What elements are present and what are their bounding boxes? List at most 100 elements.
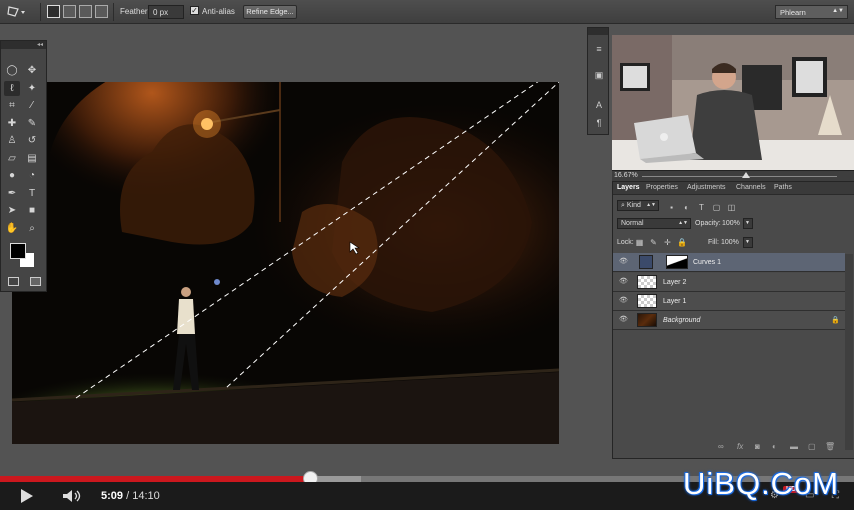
divider — [113, 3, 114, 21]
layer-row-layer-2[interactable]: 👁 Layer 2 — [613, 273, 845, 292]
marquee-icon[interactable]: ◯ — [4, 63, 20, 78]
pixel-filter-icon[interactable]: ▪ — [667, 203, 676, 212]
lasso-icon[interactable]: ℓ — [4, 80, 20, 96]
visibility-eye-icon[interactable]: 👁 — [619, 258, 628, 266]
time-separator: / — [126, 490, 130, 502]
panel-tabs: Layers Properties Adjustments Channels P… — [613, 182, 854, 195]
collapsed-panel-strip: ≡ ▣ A ¶ — [587, 27, 609, 135]
link-layers-icon[interactable]: ∞ — [718, 442, 724, 451]
visibility-eye-icon[interactable]: 👁 — [619, 316, 628, 324]
photoshop-tutorial-video: Feather: 0 px ✓ Anti-alias Refine Edge..… — [0, 0, 854, 510]
new-adjustment-icon[interactable]: ◐ — [772, 442, 777, 451]
blend-mode-value: Normal — [621, 220, 644, 227]
chevron-down-icon: ▼ — [745, 220, 750, 226]
zoom-bar: 16.67% — [612, 170, 854, 181]
crop-icon[interactable]: ⌗ — [4, 98, 20, 113]
type-filter-icon[interactable]: T — [697, 203, 706, 212]
adjustment-filter-icon[interactable]: ◐ — [682, 203, 691, 212]
history-brush-icon[interactable]: ↺ — [24, 133, 40, 148]
dodge-icon[interactable]: ◔ — [24, 168, 40, 183]
add-mask-icon[interactable]: ◙ — [755, 442, 760, 451]
adjustments-panel-icon[interactable]: ≡ — [592, 42, 606, 56]
tab-properties[interactable]: Properties — [646, 184, 678, 191]
blur-icon[interactable]: ● — [4, 168, 20, 183]
feather-label: Feather: — [120, 7, 150, 16]
tab-channels[interactable]: Channels — [736, 184, 766, 191]
lock-pixels-icon[interactable]: ✎ — [649, 238, 658, 247]
hand-icon[interactable]: ✋ — [4, 221, 20, 236]
lock-transparency-icon[interactable]: ▦ — [635, 238, 644, 247]
antialias-checkbox[interactable]: ✓ — [190, 6, 199, 15]
screen-mode-icon[interactable] — [30, 277, 41, 286]
lock-position-icon[interactable]: ✛ — [663, 238, 672, 247]
foreground-color-swatch[interactable] — [10, 243, 26, 259]
filter-kind-value: Kind — [626, 202, 641, 209]
healing-brush-icon[interactable]: ✚ — [4, 116, 20, 131]
add-to-selection-button[interactable] — [63, 5, 76, 18]
new-selection-button[interactable] — [47, 5, 60, 18]
volume-icon[interactable] — [62, 489, 84, 503]
divider — [40, 3, 41, 21]
polygonal-lasso-icon[interactable] — [6, 4, 28, 20]
document-canvas[interactable] — [12, 82, 559, 444]
new-layer-icon[interactable]: ▢ — [808, 442, 816, 451]
gradient-icon[interactable]: ▤ — [24, 151, 40, 166]
paragraph-panel-icon[interactable]: ¶ — [592, 116, 606, 130]
layer-mask-thumbnail[interactable] — [666, 255, 688, 269]
layer-name: Background — [663, 317, 701, 324]
play-icon[interactable] — [21, 489, 33, 503]
visibility-eye-icon[interactable]: 👁 — [619, 297, 628, 305]
antialias-label: Anti-alias — [202, 7, 235, 16]
eraser-icon[interactable]: ▱ — [4, 151, 20, 166]
opacity-input[interactable]: 100% — [722, 218, 742, 229]
layer-name: Layer 2 — [663, 279, 687, 286]
lock-all-icon[interactable]: 🔒 — [677, 238, 687, 247]
layer-style-icon[interactable]: fx — [737, 442, 743, 451]
subtract-from-selection-button[interactable] — [79, 5, 92, 18]
layer-name: Curves 1 — [693, 259, 722, 266]
move-icon[interactable]: ✥ — [24, 63, 40, 78]
shape-filter-icon[interactable]: ▢ — [712, 203, 721, 212]
character-panel-icon[interactable]: A — [592, 98, 606, 112]
magic-wand-icon[interactable]: ✦ — [24, 81, 40, 96]
rectangle-icon[interactable]: ■ — [24, 203, 40, 218]
workspace-select[interactable]: Phlearn ▲▼ — [775, 5, 848, 19]
new-group-icon[interactable]: ▬ — [790, 442, 798, 451]
visibility-eye-icon[interactable]: 👁 — [619, 278, 628, 286]
eyedropper-icon[interactable]: ⁄ — [24, 98, 40, 113]
chevron-down-icon: ▲▼ — [646, 202, 656, 208]
layer-row-layer-1[interactable]: 👁 Layer 1 — [613, 292, 845, 311]
intersect-selection-button[interactable] — [95, 5, 108, 18]
layer-row-background[interactable]: 👁 Background 🔒 — [613, 311, 845, 330]
smart-object-filter-icon[interactable]: ◫ — [727, 203, 736, 212]
time-display: 5:09 / 14:10 — [101, 490, 160, 502]
fill-input[interactable]: 100% — [721, 237, 741, 248]
actions-panel-icon[interactable]: ▣ — [592, 68, 606, 82]
pen-icon[interactable]: ✒ — [4, 186, 20, 201]
tab-paths[interactable]: Paths — [774, 184, 792, 191]
blend-mode-select[interactable]: Normal ▲▼ — [617, 218, 691, 229]
lock-icon: 🔒 — [831, 317, 840, 324]
delete-layer-icon[interactable]: 🗑 — [825, 442, 835, 451]
clone-stamp-icon[interactable]: ♙ — [4, 133, 20, 148]
opacity-dropdown-button[interactable]: ▼ — [743, 218, 753, 229]
tab-layers[interactable]: Layers — [617, 184, 640, 191]
fill-dropdown-button[interactable]: ▼ — [743, 237, 753, 248]
zoom-slider-handle[interactable] — [742, 172, 750, 178]
panel-collapse-icon[interactable]: ◂◂ — [1, 41, 46, 49]
filter-kind-select[interactable]: ⌕ Kind ▲▼ — [617, 200, 659, 211]
zoom-icon[interactable]: ⌕ — [24, 221, 40, 236]
standard-mode-icon[interactable] — [8, 277, 19, 286]
brush-icon[interactable]: ✎ — [24, 116, 40, 131]
layers-scrollbar[interactable] — [845, 254, 853, 450]
layer-row-curves[interactable]: 👁 Curves 1 — [613, 253, 845, 272]
zoom-level: 16.67% — [614, 172, 638, 179]
type-icon[interactable]: T — [24, 186, 40, 201]
feather-input[interactable]: 0 px — [148, 5, 184, 19]
tab-adjustments[interactable]: Adjustments — [687, 184, 726, 191]
zoom-slider-track[interactable] — [642, 176, 837, 177]
path-selection-icon[interactable]: ➤ — [4, 203, 20, 218]
tools-panel: ◂◂ ◯ ✥ ℓ ✦ ⌗ ⁄ ✚ ✎ ♙ ↺ ▱ ▤ ● ◔ ✒ T ➤ ■ ✋ ⌕ — [0, 40, 47, 292]
refine-edge-button[interactable]: Refine Edge... — [243, 5, 297, 19]
chevron-down-icon: ▲▼ — [832, 8, 844, 14]
